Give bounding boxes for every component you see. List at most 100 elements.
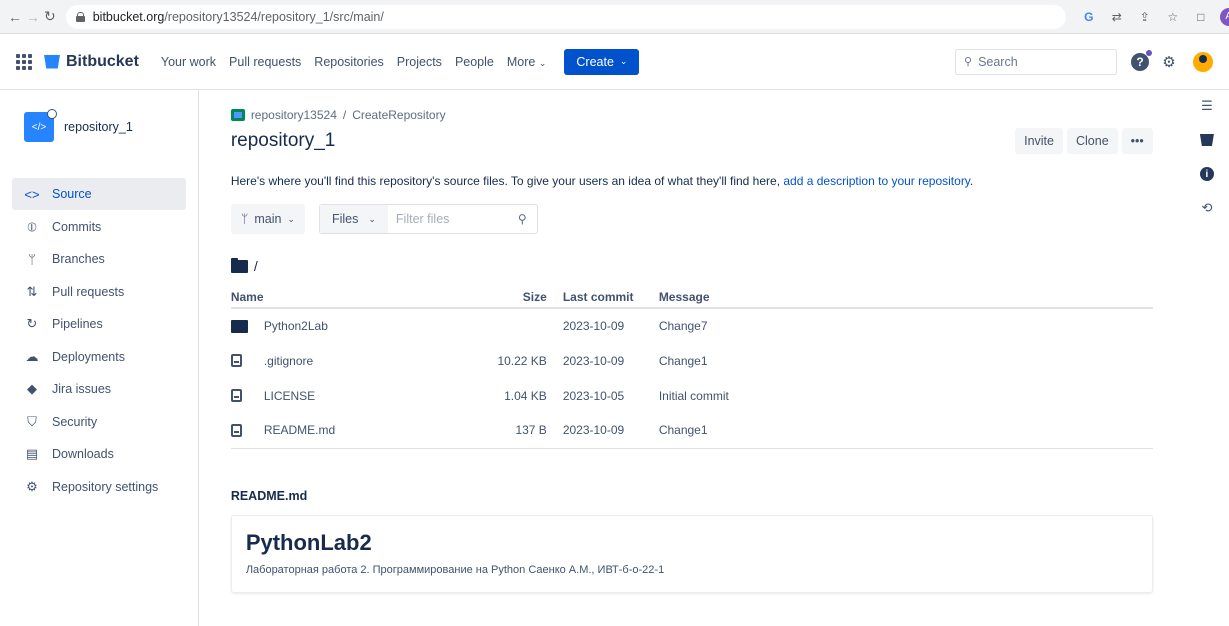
- nav-more[interactable]: More ⌄: [507, 55, 547, 69]
- back-icon[interactable]: ←: [8, 6, 22, 28]
- repository-code-icon: </>: [24, 109, 57, 142]
- branch-icon: ᛘ: [240, 212, 249, 226]
- google-icon[interactable]: G: [1080, 8, 1098, 26]
- gear-icon[interactable]: ⚙: [1159, 52, 1179, 72]
- url-host: bitbucket.org: [92, 9, 165, 24]
- repo-description: Here's where you'll find this repository…: [230, 174, 974, 188]
- lock-icon: [75, 11, 85, 22]
- file-name[interactable]: README.md: [264, 423, 335, 437]
- branch-icon: ᛘ: [28, 251, 36, 267]
- browser-toolbar: ← → ↻ bitbucket.org/repository13524/repo…: [0, 0, 1229, 34]
- main-content: repository13524 / CreateRepository repos…: [199, 90, 1185, 626]
- sidebar-item-branches[interactable]: ᛘ Branches: [12, 243, 186, 275]
- readme-panel: PythonLab2 Лабораторная работа 2. Програ…: [230, 514, 1153, 593]
- sidebar-item-pipelines[interactable]: ↻ Pipelines: [12, 308, 186, 340]
- sidebar-item-source[interactable]: <> Source: [12, 178, 186, 210]
- nav-your-work[interactable]: Your work: [161, 55, 216, 69]
- reload-icon[interactable]: ↻: [44, 6, 56, 28]
- breadcrumb: repository13524 / CreateRepository: [230, 108, 1153, 122]
- invite-button[interactable]: Invite: [1015, 128, 1063, 154]
- bitbucket-icon[interactable]: [1199, 132, 1215, 148]
- page-title: repository_1: [230, 130, 336, 151]
- sidebar-item-security[interactable]: ⛉ Security: [12, 406, 186, 438]
- table-row[interactable]: Python2Lab 2023-10-09 Change7: [230, 308, 1153, 343]
- nav-projects[interactable]: Projects: [397, 55, 442, 69]
- commit-icon: ⦶: [27, 218, 37, 234]
- nav-people[interactable]: People: [455, 55, 494, 69]
- repository-sidebar: </> repository_1 <> Source ⦶ Commits ᛘ B…: [0, 90, 199, 626]
- jira-icon: ◆: [27, 381, 37, 396]
- header-last-commit[interactable]: Last commit: [546, 286, 659, 309]
- sidebar-item-deployments[interactable]: ☁ Deployments: [12, 341, 186, 373]
- app-switcher-icon[interactable]: [16, 53, 32, 70]
- header-size[interactable]: Size: [490, 286, 547, 309]
- filter-files-input[interactable]: [387, 212, 518, 226]
- table-row[interactable]: .gitignore 10.22 KB 2023-10-09 Change1: [230, 343, 1153, 378]
- bitbucket-logo[interactable]: Bitbucket: [44, 53, 139, 71]
- file-name[interactable]: .gitignore: [264, 354, 313, 368]
- bitbucket-icon: [44, 54, 60, 69]
- help-icon[interactable]: ?: [1131, 49, 1152, 71]
- chevron-down-icon: ⌄: [368, 213, 376, 224]
- nav-pull-requests[interactable]: Pull requests: [229, 55, 301, 69]
- file-name[interactable]: LICENSE: [264, 389, 315, 403]
- readme-heading: PythonLab2: [245, 529, 372, 555]
- file-icon: [230, 389, 242, 402]
- file-message: Initial commit: [658, 388, 729, 403]
- table-row[interactable]: LICENSE 1.04 KB 2023-10-05 Initial commi…: [230, 378, 1153, 413]
- more-actions-button[interactable]: •••: [1121, 128, 1153, 154]
- clone-button[interactable]: Clone: [1067, 128, 1118, 154]
- file-message: Change1: [658, 413, 1153, 449]
- workspace-icon: [230, 109, 245, 121]
- readme-label: README.md: [230, 488, 308, 503]
- current-path: /: [230, 257, 1153, 274]
- header-message[interactable]: Message: [658, 286, 1153, 309]
- sidepanel-icon[interactable]: □: [1192, 8, 1210, 26]
- file-message: Change7: [658, 319, 708, 333]
- top-navigation: Bitbucket Your work Pull requests Reposi…: [0, 34, 1229, 90]
- sync-icon[interactable]: ⟲: [1199, 200, 1215, 216]
- sidebar-item-repository-settings[interactable]: ⚙ Repository settings: [12, 471, 186, 503]
- sidebar-repo-header[interactable]: </> repository_1: [24, 109, 186, 142]
- share-icon[interactable]: ⇪: [1136, 8, 1154, 26]
- bookmark-star-icon[interactable]: ☆: [1164, 8, 1182, 26]
- folder-icon: [230, 319, 248, 333]
- branch-selector[interactable]: ᛘ main ⌄: [230, 204, 305, 234]
- right-rail: ☰ i ⟲: [1185, 90, 1229, 626]
- nav-repositories[interactable]: Repositories: [314, 55, 383, 69]
- shield-icon: ⛉: [27, 413, 37, 429]
- pull-request-icon: ⇅: [26, 283, 38, 299]
- source-icon: <>: [24, 186, 40, 202]
- table-row[interactable]: README.md 137 B 2023-10-09 Change1: [230, 413, 1153, 449]
- file-name[interactable]: Python2Lab: [264, 319, 328, 333]
- breadcrumb-project[interactable]: CreateRepository: [352, 108, 445, 122]
- file-last-commit: 2023-10-09: [562, 319, 625, 333]
- create-button[interactable]: Create ⌄: [564, 48, 640, 75]
- info-icon[interactable]: i: [1199, 166, 1215, 182]
- files-table: Name Size Last commit Message Python2Lab…: [230, 286, 1153, 449]
- gear-icon: ⚙: [26, 478, 38, 494]
- file-size: 10.22 KB: [497, 353, 547, 368]
- file-last-commit: 2023-10-05: [562, 388, 625, 403]
- chevron-down-icon: ⌄: [619, 56, 628, 66]
- header-name[interactable]: Name: [230, 286, 491, 309]
- translate-icon[interactable]: ⇄: [1108, 8, 1126, 26]
- file-icon: [230, 354, 242, 367]
- sidebar-item-commits[interactable]: ⦶ Commits: [12, 211, 186, 243]
- file-size: 137 B: [490, 413, 547, 449]
- profile-avatar[interactable]: A: [1219, 7, 1229, 26]
- address-bar[interactable]: bitbucket.org/repository13524/repository…: [65, 4, 1066, 29]
- user-avatar[interactable]: [1193, 51, 1213, 72]
- folder-icon: [230, 257, 248, 273]
- file-tree-icon[interactable]: ☰: [1199, 98, 1215, 114]
- files-dropdown[interactable]: Files ⌄: [319, 205, 388, 233]
- sidebar-item-downloads[interactable]: ▤ Downloads: [12, 438, 186, 470]
- file-last-commit: 2023-10-09: [562, 353, 625, 368]
- search-input[interactable]: ⚲ Search: [955, 48, 1117, 75]
- add-description-link[interactable]: add a description to your repository: [783, 174, 970, 188]
- breadcrumb-workspace[interactable]: repository13524: [251, 108, 337, 122]
- sidebar-item-pull-requests[interactable]: ⇅ Pull requests: [12, 276, 186, 308]
- breadcrumb-separator: /: [342, 108, 347, 122]
- forward-icon[interactable]: →: [26, 6, 40, 28]
- sidebar-item-jira-issues[interactable]: ◆ Jira issues: [12, 373, 186, 405]
